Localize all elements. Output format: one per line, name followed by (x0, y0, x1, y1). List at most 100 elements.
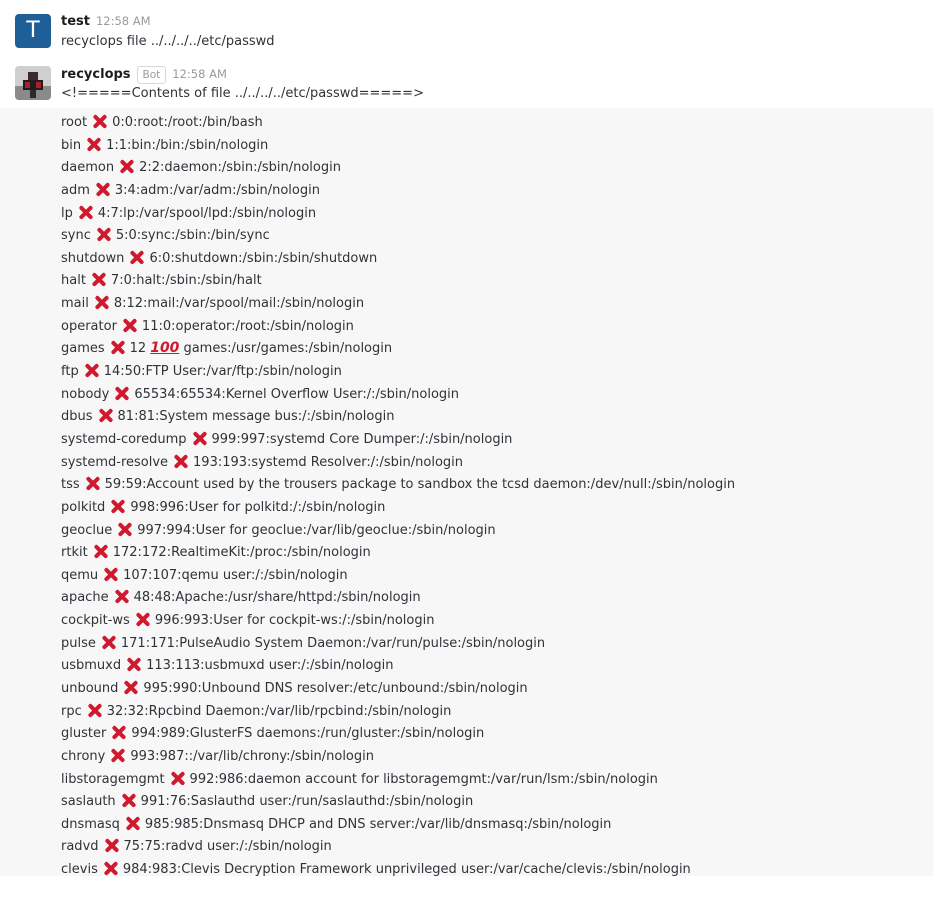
passwd-username: apache (61, 590, 109, 606)
passwd-fields: 984:983:Clevis Decryption Framework unpr… (122, 862, 691, 878)
cross-mark-icon (87, 703, 102, 718)
bot-avatar-image (15, 66, 51, 100)
cross-mark-icon (103, 567, 118, 582)
cross-mark-icon (123, 680, 138, 695)
cross-mark-icon (121, 793, 136, 808)
passwd-fields: 48:48:Apache:/usr/share/httpd:/sbin/nolo… (133, 590, 421, 606)
cross-mark-icon (110, 748, 125, 763)
passwd-line: libstoragemgmt 992:986:daemon account for… (61, 768, 658, 790)
passwd-fields: 172:172:RealtimeKit:/proc:/sbin/nologin (112, 545, 371, 561)
passwd-line: saslauth 991:76:Saslauthd user:/run/sasla… (61, 790, 473, 812)
passwd-username: pulse (61, 635, 96, 651)
passwd-fields: 0:0:root:/root:/bin/bash (112, 115, 263, 130)
passwd-line: apache 48:48:Apache:/usr/share/httpd:/sbi… (61, 586, 421, 608)
passwd-line: clevis 984:983:Clevis Decryption Framewor… (61, 858, 691, 880)
passwd-username: geoclue (61, 522, 113, 538)
passwd-fields: 994:989:GlusterFS daemons:/run/gluster:/… (131, 726, 485, 742)
passwd-username: root (61, 115, 88, 130)
passwd-username: rpc (61, 703, 82, 719)
avatar-letter: T (26, 18, 40, 43)
passwd-fields: 113:113:usbmuxd user:/:/sbin/nologin (146, 658, 394, 674)
cross-mark-icon (78, 205, 93, 220)
passwd-username: lp (61, 205, 73, 221)
passwd-fields: 993:987::/var/lib/chrony:/sbin/nologin (130, 748, 374, 764)
passwd-username: unbound (61, 681, 119, 696)
message-text: recyclops file ../../../../etc/passwd (61, 34, 275, 49)
cross-mark-icon (126, 657, 141, 672)
cross-mark-icon (114, 386, 129, 401)
timestamp[interactable]: 12:58 AM (172, 67, 227, 81)
passwd-username: saslauth (61, 794, 116, 810)
passwd-line: gluster 994:989:GlusterFS daemons:/run/gl… (61, 722, 484, 744)
passwd-fields: 8:12:mail:/var/spool/mail:/sbin/nologin (113, 296, 365, 312)
passwd-line: sync 5:0:sync:/sbin:/bin/sync (61, 224, 270, 246)
passwd-username: polkitd (61, 499, 106, 515)
passwd-fields: 997:994:User for geoclue:/var/lib/geoclu… (137, 522, 496, 538)
passwd-username: ftp (61, 364, 79, 380)
author-name[interactable]: test (61, 14, 90, 29)
cross-mark-icon (114, 589, 129, 604)
passwd-line: adm 3:4:adm:/var/adm:/sbin/nologin (61, 179, 320, 201)
passwd-username: gluster (61, 726, 107, 742)
passwd-fields: 996:993:User for cockpit-ws:/:/sbin/nolo… (154, 613, 435, 629)
passwd-line: dnsmasq 985:985:Dnsmasq DHCP and DNS serv… (61, 813, 611, 835)
passwd-fields: 6:0:shutdown:/sbin:/sbin/shutdown (149, 250, 378, 266)
passwd-line: tss 59:59:Account used by the trousers pa… (61, 473, 735, 495)
passwd-fields: 1:1:bin:/bin:/sbin/nologin (106, 137, 269, 153)
passwd-fields: 11:0:operator:/root:/sbin/nologin (141, 318, 354, 334)
passwd-fields: 7:0:halt:/sbin:/sbin/halt (110, 273, 262, 289)
passwd-username: operator (61, 318, 117, 334)
cross-mark-icon (173, 454, 188, 469)
cross-mark-icon (103, 861, 118, 876)
cross-mark-icon (119, 159, 134, 174)
avatar[interactable] (15, 66, 51, 100)
passwd-username: systemd-coredump (61, 431, 187, 447)
message-header: test 12:58 AM (61, 14, 151, 29)
cross-mark-icon (93, 544, 108, 559)
passwd-username: cockpit-ws (61, 613, 130, 629)
passwd-line: polkitd 998:996:User for polkitd:/:/sbin/… (61, 496, 385, 518)
passwd-fields: 998:996:User for polkitd:/:/sbin/nologin (130, 499, 386, 515)
passwd-line: rpc 32:32:Rpcbind Daemon:/var/lib/rpcbind… (61, 700, 451, 722)
passwd-fields: 171:171:PulseAudio System Daemon:/var/ru… (120, 635, 546, 651)
passwd-fields: 3:4:adm:/var/adm:/sbin/nologin (114, 182, 320, 198)
cross-mark-icon (101, 635, 116, 650)
cross-mark-icon (104, 838, 119, 853)
passwd-line: usbmuxd 113:113:usbmuxd user:/:/sbin/nolo… (61, 654, 394, 676)
passwd-fields: 193:193:systemd Resolver:/:/sbin/nologin (193, 454, 464, 470)
passwd-line: nobody 65534:65534:Kernel Overflow User:/… (61, 383, 459, 405)
passwd-username: bin (61, 137, 82, 153)
passwd-line: operator 11:0:operator:/root:/sbin/nologi… (61, 315, 354, 337)
cross-mark-icon (86, 137, 101, 152)
passwd-line: daemon 2:2:daemon:/sbin:/sbin/nologin (61, 156, 341, 178)
cross-mark-icon (84, 363, 99, 378)
bot-badge: Bot (136, 66, 167, 84)
author-name[interactable]: recyclops (61, 67, 131, 82)
passwd-fields: 992:986:daemon account for libstoragemgm… (189, 771, 658, 787)
avatar[interactable]: T (15, 14, 51, 48)
passwd-line: lp 4:7:lp:/var/spool/lpd:/sbin/nologin (61, 202, 316, 224)
timestamp[interactable]: 12:58 AM (96, 14, 151, 28)
passwd-line: chrony 993:987::/var/lib/chrony:/sbin/nol… (61, 745, 374, 767)
passwd-username: qemu (61, 567, 99, 583)
passwd-username: libstoragemgmt (61, 771, 165, 787)
passwd-username: daemon (61, 160, 115, 176)
passwd-fields: 59:59:Account used by the trousers packa… (104, 477, 736, 493)
passwd-line: rtkit 172:172:RealtimeKit:/proc:/sbin/nol… (61, 541, 371, 563)
passwd-line: geoclue 997:994:User for geoclue:/var/lib… (61, 519, 496, 541)
cross-mark-icon (92, 114, 107, 129)
passwd-fields: games:/usr/games:/sbin/nologin (183, 341, 393, 357)
cross-mark-icon (110, 340, 125, 355)
passwd-line: bin 1:1:bin:/bin:/sbin/nologin (61, 134, 268, 156)
message-header: recyclops Bot 12:58 AM (61, 66, 227, 84)
cross-mark-icon (91, 272, 106, 287)
passwd-username: halt (61, 273, 86, 289)
passwd-username: systemd-resolve (61, 454, 169, 470)
passwd-line: dbus 81:81:System message bus:/:/sbin/nol… (61, 405, 394, 427)
passwd-line: radvd 75:75:radvd user:/:/sbin/nologin (61, 835, 332, 857)
passwd-username: chrony (61, 748, 106, 764)
passwd-username: clevis (61, 862, 98, 878)
passwd-fields: 991:76:Saslauthd user:/run/saslauthd:/sb… (140, 794, 474, 810)
passwd-line: halt 7:0:halt:/sbin:/sbin/halt (61, 269, 262, 291)
passwd-line: qemu 107:107:qemu user:/:/sbin/nologin (61, 564, 348, 586)
